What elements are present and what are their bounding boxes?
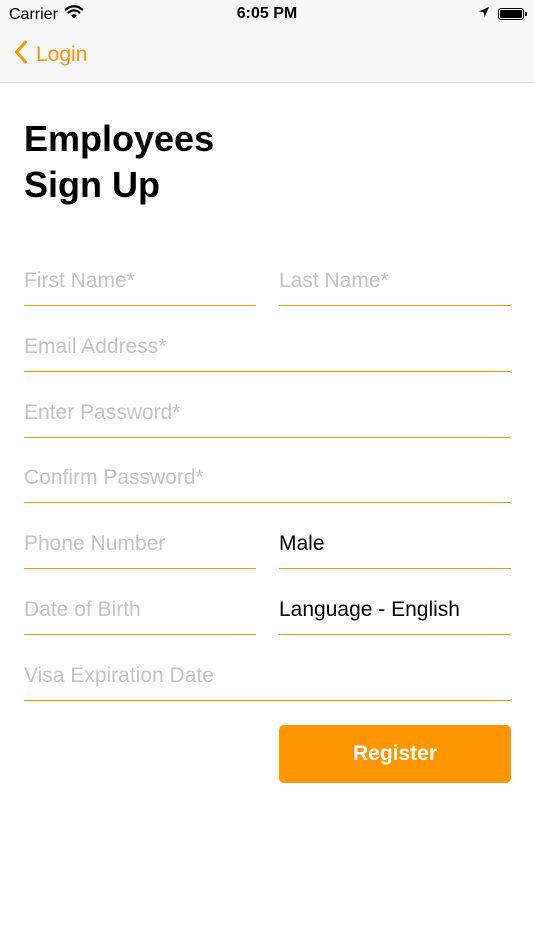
back-button-label: Login bbox=[36, 43, 88, 66]
navigation-bar: Login bbox=[0, 30, 534, 83]
date-of-birth-input[interactable] bbox=[24, 594, 256, 626]
password-input[interactable] bbox=[24, 397, 511, 429]
phone-input[interactable] bbox=[24, 528, 256, 560]
confirm-password-input[interactable] bbox=[24, 462, 511, 494]
first-name-field bbox=[24, 265, 256, 306]
location-arrow-icon bbox=[478, 5, 490, 23]
status-right bbox=[478, 5, 527, 23]
battery-icon bbox=[498, 8, 527, 20]
status-bar: Carrier 6:05 PM bbox=[0, 0, 534, 30]
last-name-field bbox=[279, 265, 511, 306]
back-button[interactable]: Login bbox=[14, 40, 87, 70]
confirm-password-field bbox=[24, 462, 511, 503]
email-input[interactable] bbox=[24, 331, 511, 363]
page-title-line-2: Sign Up bbox=[24, 164, 160, 205]
page-title: Employees Sign Up bbox=[24, 116, 214, 208]
phone-field bbox=[24, 528, 256, 569]
language-field: Language - English bbox=[279, 594, 511, 635]
status-time: 6:05 PM bbox=[236, 5, 298, 22]
last-name-input[interactable] bbox=[279, 265, 511, 297]
chevron-left-icon bbox=[14, 40, 28, 70]
date-of-birth-field bbox=[24, 594, 256, 635]
signup-screen: Carrier 6:05 PM Login Employees Sign Up … bbox=[0, 0, 534, 950]
gender-select[interactable]: Male bbox=[279, 528, 511, 560]
gender-field: Male bbox=[279, 528, 511, 569]
visa-expiration-field bbox=[24, 660, 511, 701]
language-select[interactable]: Language - English bbox=[279, 594, 511, 626]
visa-expiration-input[interactable] bbox=[24, 660, 511, 692]
password-field bbox=[24, 397, 511, 438]
first-name-input[interactable] bbox=[24, 265, 256, 297]
email-field bbox=[24, 331, 511, 372]
register-button[interactable]: Register bbox=[279, 725, 511, 783]
page-title-line-1: Employees bbox=[24, 118, 215, 159]
